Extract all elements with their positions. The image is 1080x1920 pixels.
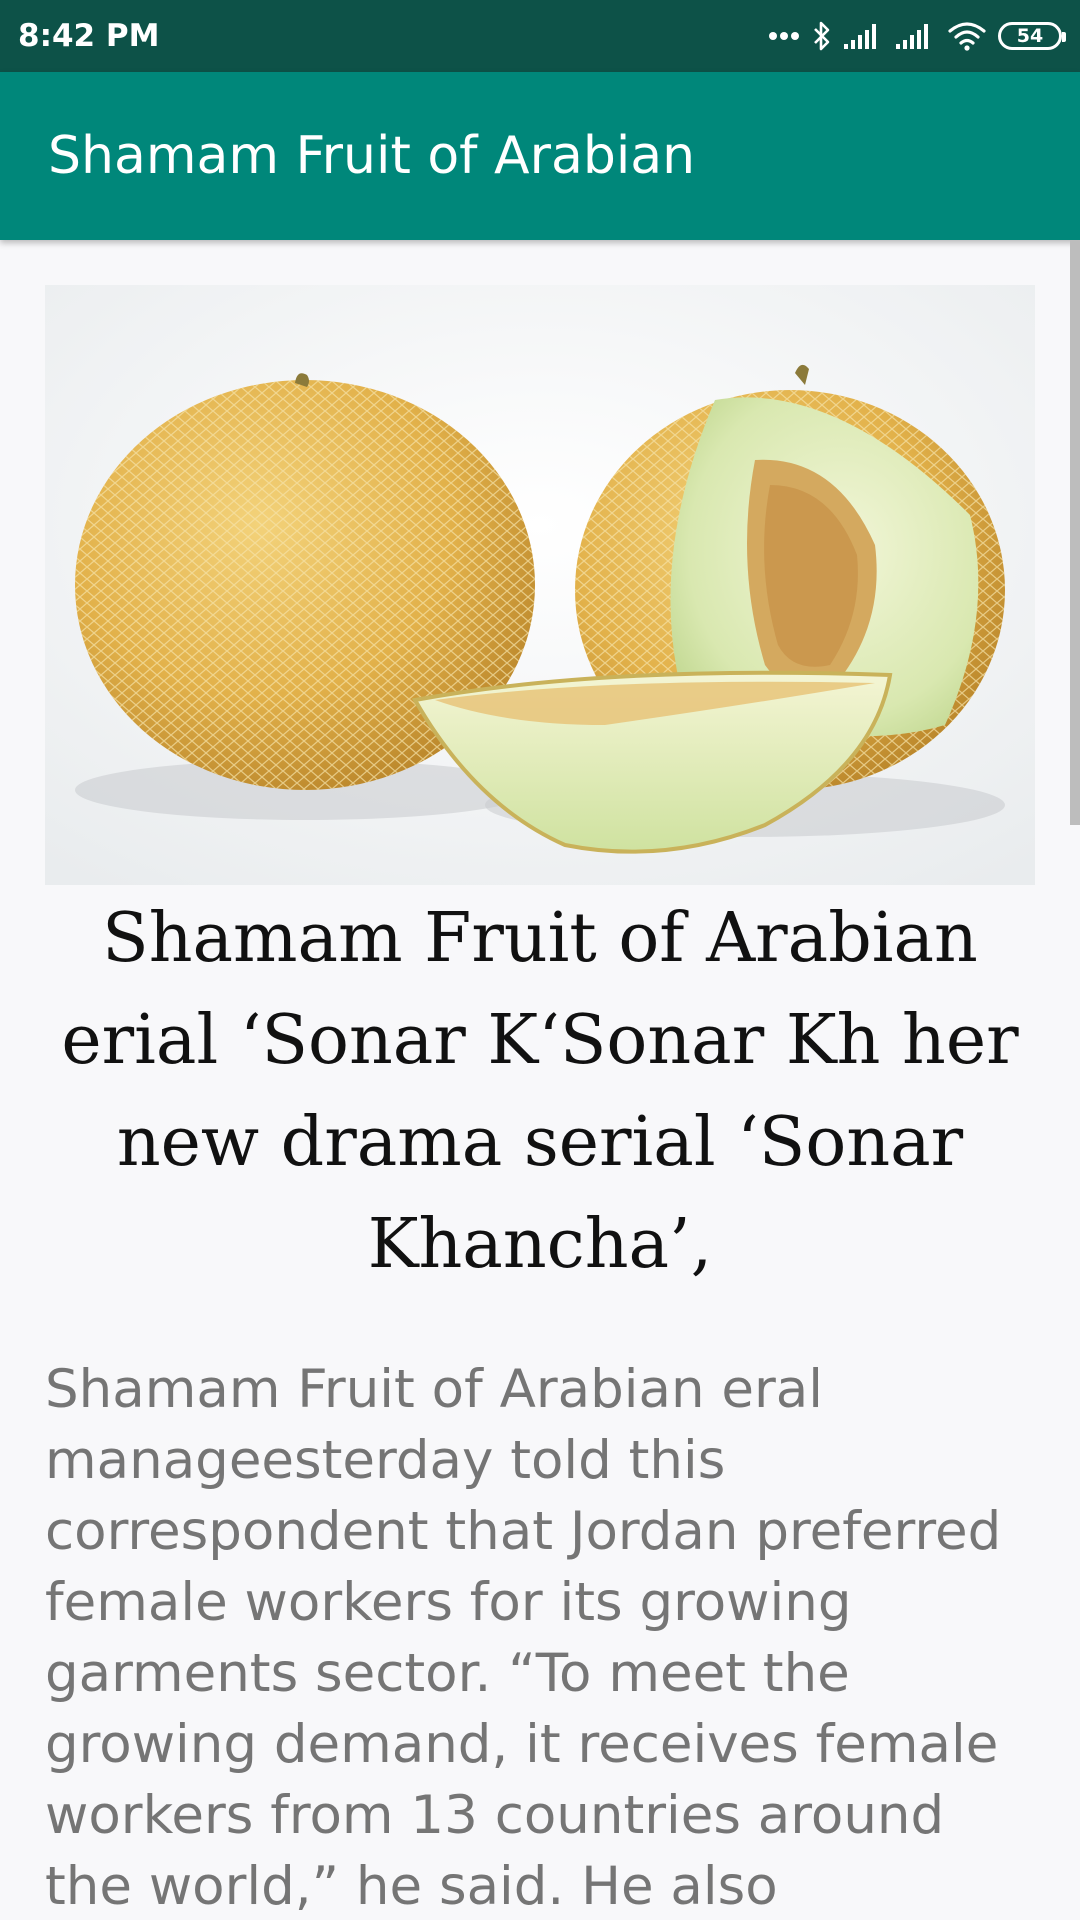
bluetooth-icon xyxy=(812,20,832,52)
more-dots-icon xyxy=(768,31,800,41)
article-content[interactable]: Shamam Fruit of Arabian erial ‘Sonar K‘S… xyxy=(0,240,1080,1920)
app-bar: Shamam Fruit of Arabian xyxy=(0,72,1080,240)
status-bar: 8:42 PM 54 xyxy=(0,0,1080,72)
article-title: Shamam Fruit of Arabian erial ‘Sonar K‘S… xyxy=(61,899,1019,1284)
wifi-icon xyxy=(948,21,986,51)
signal-icon xyxy=(896,22,936,50)
app-title: Shamam Fruit of Arabian xyxy=(48,126,696,186)
status-icons: 54 xyxy=(768,18,1066,54)
melon-image xyxy=(45,285,1035,885)
status-time: 8:42 PM xyxy=(18,18,160,54)
scrollbar[interactable] xyxy=(1070,240,1080,825)
article-body: Shamam Fruit of Arabian eral manageester… xyxy=(45,1359,1002,1917)
signal-icon xyxy=(844,22,884,50)
battery-icon: 54 xyxy=(998,22,1066,50)
